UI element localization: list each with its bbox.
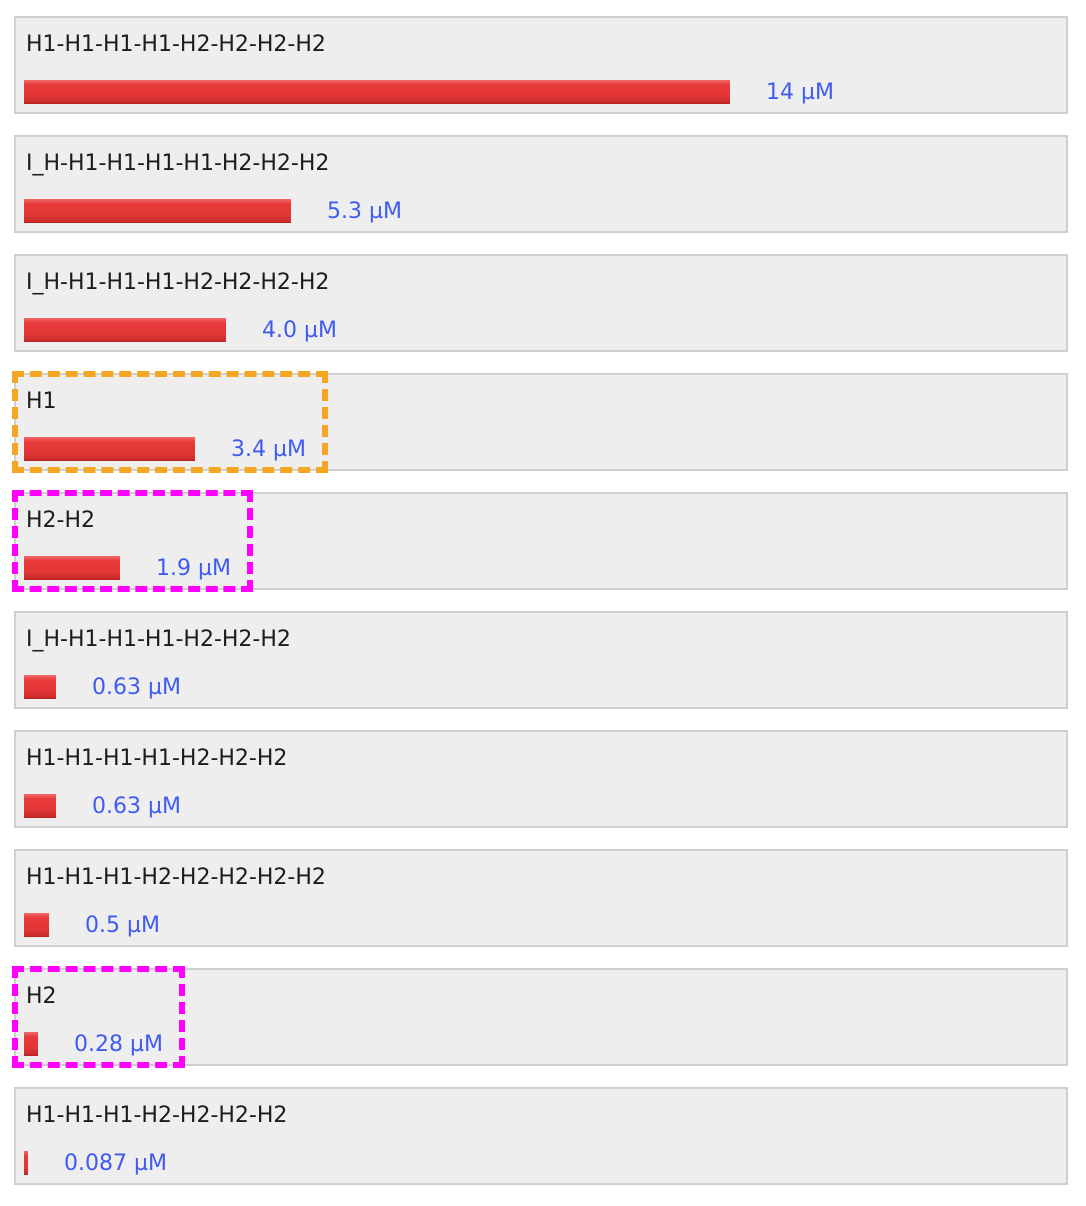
bar-category-label: H2 (26, 984, 57, 1009)
bar-category-label: H1-H1-H1-H2-H2-H2-H2-H2 (26, 865, 326, 890)
bar-category-label: H2-H2 (26, 508, 96, 533)
bar-value-label: 1.9 µM (156, 556, 231, 581)
bar-value-label: 0.63 µM (92, 675, 181, 700)
bar-category-label: I_H-H1-H1-H1-H2-H2-H2 (26, 627, 291, 652)
bar (24, 675, 56, 699)
bar-row: H2-H2 1.9 µM (14, 492, 1068, 590)
concentration-bar-chart: H1-H1-H1-H1-H2-H2-H2-H2 14 µM I_H-H1-H1-H1… (0, 0, 1086, 1206)
bar-row: H1-H1-H1-H1-H2-H2-H2 0.63 µM (14, 730, 1068, 828)
bar-value-label: 3.4 µM (231, 437, 306, 462)
bar-row: I_H-H1-H1-H1-H2-H2-H2 0.63 µM (14, 611, 1068, 709)
bar (24, 80, 730, 104)
bar-value-label: 14 µM (766, 80, 834, 105)
bar-row: H1-H1-H1-H2-H2-H2-H2-H2 0.5 µM (14, 849, 1068, 947)
bar-row: H1-H1-H1-H1-H2-H2-H2-H2 14 µM (14, 16, 1068, 114)
bar-category-label: I_H-H1-H1-H1-H2-H2-H2-H2 (26, 270, 330, 295)
bar-row: H1 3.4 µM (14, 373, 1068, 471)
bar-value-label: 0.5 µM (85, 913, 160, 938)
bar-value-label: 0.087 µM (64, 1151, 167, 1176)
bar-row: I_H-H1-H1-H1-H2-H2-H2-H2 4.0 µM (14, 254, 1068, 352)
bar-category-label: H1 (26, 389, 57, 414)
bar-value-label: 0.63 µM (92, 794, 181, 819)
bar-category-label: H1-H1-H1-H1-H2-H2-H2 (26, 746, 288, 771)
bar (24, 199, 291, 223)
bar (24, 1032, 38, 1056)
bar (24, 913, 49, 937)
bar-value-label: 5.3 µM (327, 199, 402, 224)
bar-row: H1-H1-H1-H2-H2-H2-H2 0.087 µM (14, 1087, 1068, 1185)
bar-value-label: 4.0 µM (262, 318, 337, 343)
bar (24, 437, 195, 461)
bar-value-label: 0.28 µM (74, 1032, 163, 1057)
bar (24, 794, 56, 818)
bar-category-label: H1-H1-H1-H2-H2-H2-H2 (26, 1103, 288, 1128)
bar-category-label: I_H-H1-H1-H1-H1-H2-H2-H2 (26, 151, 330, 176)
bar-row: I_H-H1-H1-H1-H1-H2-H2-H2 5.3 µM (14, 135, 1068, 233)
bar (24, 1151, 28, 1175)
bar-category-label: H1-H1-H1-H1-H2-H2-H2-H2 (26, 32, 326, 57)
bar (24, 556, 120, 580)
bar (24, 318, 226, 342)
bar-row: H2 0.28 µM (14, 968, 1068, 1066)
